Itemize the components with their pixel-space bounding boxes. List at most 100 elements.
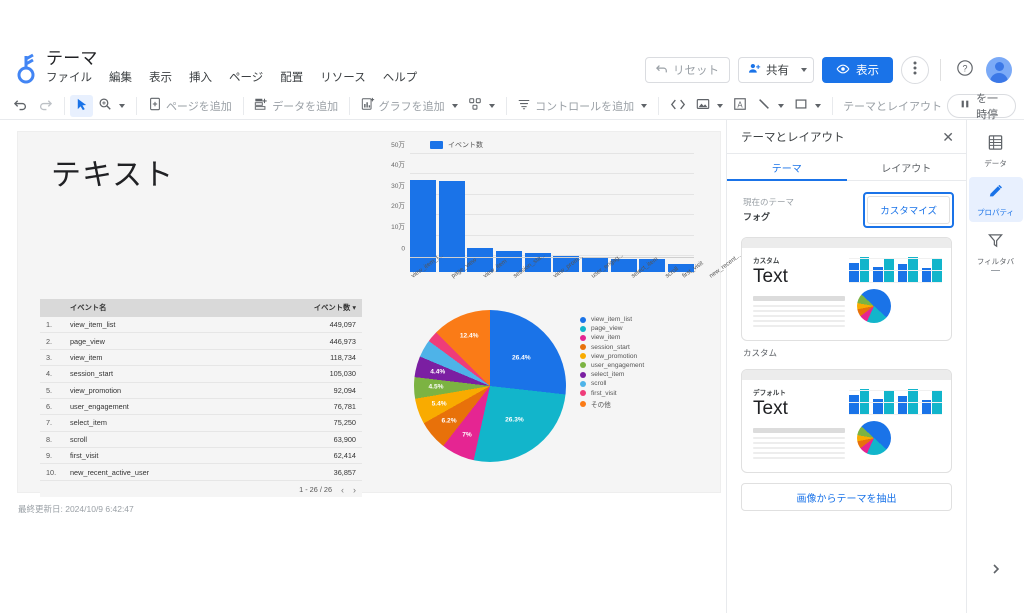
pie-legend-item[interactable]: view_item_list xyxy=(580,316,644,323)
menu-insert[interactable]: 挿入 xyxy=(189,71,212,86)
table-cell-rank: 10. xyxy=(40,463,64,481)
menu-edit[interactable]: 編集 xyxy=(109,71,132,86)
table-header-event-name[interactable]: イベント名 xyxy=(64,299,251,317)
customize-button[interactable]: カスタマイズ xyxy=(867,196,950,224)
more-options-button[interactable] xyxy=(901,56,929,84)
menu-view[interactable]: 表示 xyxy=(149,71,172,86)
menu-resource[interactable]: リソース xyxy=(320,71,365,86)
pie-legend-item[interactable]: view_item xyxy=(580,334,644,341)
menu-file[interactable]: ファイル xyxy=(46,71,92,86)
pie-legend-item[interactable]: scroll xyxy=(580,380,644,387)
embed-code-button[interactable] xyxy=(665,95,691,117)
theme-card-custom[interactable]: カスタム Text xyxy=(741,237,952,341)
pie-chart-widget[interactable]: 26.4% 26.3% 7% 6.2% 5.4% 4.5% 4.4% 12.4% view_i… xyxy=(408,302,708,474)
app-header: テーマ ファイル 編集 表示 挿入 ページ 配置 リソース ヘルプ リセット 共… xyxy=(0,48,1024,92)
extract-theme-from-image-button[interactable]: 画像からテーマを抽出 xyxy=(741,483,952,511)
add-page-button[interactable]: ページを追加 xyxy=(143,95,237,117)
event-table-widget[interactable]: イベント名 イベント数 ▾ 1. view_item_list 449,097 2. p… xyxy=(40,299,362,497)
undo-button[interactable] xyxy=(8,95,33,117)
redo-button[interactable] xyxy=(33,95,58,117)
menu-help[interactable]: ヘルプ xyxy=(383,71,418,86)
document-title[interactable]: テーマ xyxy=(46,49,417,69)
panel-title: テーマとレイアウト xyxy=(741,131,845,144)
table-header-rank[interactable] xyxy=(40,299,64,317)
view-button[interactable]: 表示 xyxy=(822,57,893,83)
menu-arrange[interactable]: 配置 xyxy=(280,71,303,86)
redo-icon xyxy=(38,97,53,115)
image-caret-down-icon[interactable] xyxy=(716,103,723,108)
table-row[interactable]: 10. new_recent_active_user 36,857 xyxy=(40,463,362,481)
line-icon xyxy=(757,97,771,114)
add-control-button[interactable]: コントロールを追加 xyxy=(512,95,652,117)
chevron-right-icon[interactable]: › xyxy=(353,485,356,495)
pie-legend-item[interactable]: view_promotion xyxy=(580,353,644,360)
pie-legend-item[interactable]: その他 xyxy=(580,399,644,409)
add-control-caret-down-icon[interactable] xyxy=(641,103,648,108)
add-data-button[interactable]: データを追加 xyxy=(249,95,343,117)
insert-image-button[interactable] xyxy=(691,95,728,117)
table-cell-event-count: 36,857 xyxy=(250,463,362,481)
avatar[interactable] xyxy=(986,57,1012,83)
pie-slice-label: 26.4% xyxy=(511,354,531,362)
table-row[interactable]: 2. page_view 446,973 xyxy=(40,332,362,350)
community-viz-button[interactable] xyxy=(463,95,500,117)
bar-chart-y-tick-label: 20万 xyxy=(391,203,405,211)
zoom-caret-down-icon[interactable] xyxy=(119,103,126,108)
sidebar-item-properties[interactable]: プロパティ xyxy=(968,177,1023,222)
shape-caret-down-icon[interactable] xyxy=(814,103,821,108)
community-viz-caret-down-icon[interactable] xyxy=(488,103,495,108)
share-dropdown-caret[interactable] xyxy=(797,58,813,82)
reset-button[interactable]: リセット xyxy=(645,57,730,83)
card-chart-preview xyxy=(845,387,942,462)
report-canvas[interactable]: テキスト イベント名 イベント数 ▾ 1. view_item_list 449… xyxy=(0,120,742,613)
menu-page[interactable]: ページ xyxy=(229,71,263,86)
table-row[interactable]: 5. view_promotion 92,094 xyxy=(40,382,362,399)
pie-legend-item[interactable]: user_engagement xyxy=(580,362,644,369)
report-heading-text[interactable]: テキスト xyxy=(51,150,174,194)
table-row[interactable]: 4. session_start 105,030 xyxy=(40,365,362,383)
insert-shape-button[interactable] xyxy=(789,95,826,117)
current-theme-labels: 現在のテーマ フォグ xyxy=(743,196,794,224)
help-button[interactable]: ? xyxy=(952,57,978,83)
last-update-label: 最終更新日: 2024/10/9 6:42:47 xyxy=(18,504,134,514)
table-cell-event-name: select_item xyxy=(64,414,251,432)
pause-updates-button[interactable]: 更新を一時停止 xyxy=(947,77,1017,137)
sidebar-item-data[interactable]: データ xyxy=(969,128,1023,173)
table-header-event-count[interactable]: イベント数 ▾ xyxy=(250,299,362,317)
table-cell-event-count: 449,097 xyxy=(250,317,362,334)
line-caret-down-icon[interactable] xyxy=(777,103,784,108)
theme-and-layout-button[interactable]: テーマとレイアウト xyxy=(838,95,947,117)
zoom-tool-button[interactable] xyxy=(93,95,130,117)
customize-focus-ring: カスタマイズ xyxy=(863,192,954,228)
theme-card-default[interactable]: デフォルト Text xyxy=(741,369,952,473)
select-tool-button[interactable] xyxy=(70,94,94,117)
table-row[interactable]: 7. select_item 75,250 xyxy=(40,414,362,432)
share-button[interactable]: 共有 xyxy=(738,57,814,83)
table-row[interactable]: 6. user_engagement 76,781 xyxy=(40,398,362,416)
insert-textbox-button[interactable]: A xyxy=(728,95,752,117)
expand-panel-button[interactable] xyxy=(967,562,1024,581)
legend-swatch xyxy=(580,380,586,387)
close-icon[interactable]: ✕ xyxy=(942,130,954,144)
add-chart-caret-down-icon[interactable] xyxy=(451,103,458,108)
tab-theme[interactable]: テーマ xyxy=(727,154,847,181)
pie-legend-item[interactable]: session_start xyxy=(580,344,644,351)
pie-legend-item[interactable]: page_view xyxy=(580,325,644,332)
table-row[interactable]: 9. first_visit 62,414 xyxy=(40,447,362,465)
sidebar-item-filter-bar[interactable]: フィルタバ xyxy=(969,226,1023,276)
table-row[interactable]: 1. view_item_list 449,097 xyxy=(40,317,362,334)
table-row[interactable]: 3. view_item 118,734 xyxy=(40,349,362,367)
add-chart-button[interactable]: グラフを追加 xyxy=(356,95,463,117)
table-row[interactable]: 8. scroll 63,900 xyxy=(40,431,362,449)
tab-layout[interactable]: レイアウト xyxy=(847,154,967,180)
help-circle-icon: ? xyxy=(956,59,974,82)
bar-chart-widget[interactable]: イベント数 0 10万 20万 30万 40万 50万 view_item_l... pag… xyxy=(378,140,742,300)
insert-line-button[interactable] xyxy=(752,95,789,117)
table-pagination: 1 - 26 / 26 ‹ › xyxy=(40,481,362,497)
report-page[interactable]: テキスト イベント名 イベント数 ▾ 1. view_item_list 449… xyxy=(18,132,742,497)
chevron-left-icon[interactable]: ‹ xyxy=(341,485,344,495)
pie-legend-item[interactable]: first_visit xyxy=(580,390,644,397)
card-preview: デフォルト Text xyxy=(742,380,951,462)
table-cell-event-name: page_view xyxy=(64,332,251,350)
pie-legend-item[interactable]: select_item xyxy=(580,371,644,378)
